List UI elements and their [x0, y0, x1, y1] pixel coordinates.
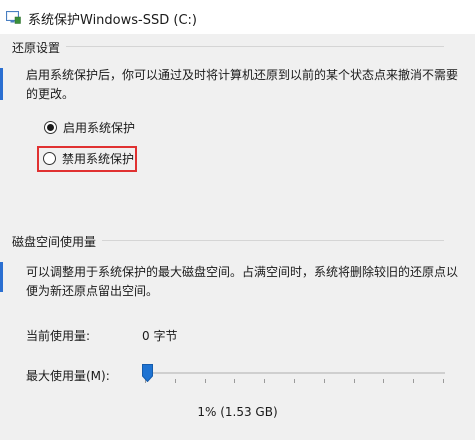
- annotation-highlight-box: [37, 146, 137, 172]
- slider-tick: [205, 379, 206, 383]
- disk-usage-description-line-2: 便为新还原点留出空间。: [26, 284, 159, 298]
- selection-edge-marker: [0, 262, 3, 292]
- radio-button-icon: [44, 120, 57, 134]
- disk-usage-heading: 磁盘空间使用量: [12, 233, 103, 250]
- current-usage-label: 当前使用量:: [26, 329, 91, 343]
- max-usage-value: 1% (1.53 GB): [197, 405, 278, 419]
- slider-tick: [294, 379, 295, 383]
- restore-description-line-2: 的更改。: [26, 87, 75, 101]
- disk-usage-description-line-1: 可以调整用于系统保护的最大磁盘空间。占满空间时，系统将删除较旧的还原点以: [26, 265, 459, 279]
- slider-tick: [443, 379, 444, 383]
- disk-usage-description: 可以调整用于系统保护的最大磁盘空间。占满空间时，系统将删除较旧的还原点以 便为新…: [26, 263, 458, 301]
- group-divider: [12, 46, 444, 47]
- restore-description-line-1: 启用系统保护后，你可以通过及时将计算机还原到以前的某个状态点来撤消不需要: [26, 68, 459, 82]
- current-usage-value: 0 字节: [142, 329, 178, 343]
- slider-tick: [324, 379, 325, 383]
- title-bar: 系统保护Windows-SSD (C:): [0, 0, 475, 34]
- max-usage-label: 最大使用量(M):: [26, 369, 110, 383]
- restore-settings-heading: 还原设置: [12, 39, 67, 56]
- slider-tick: [264, 379, 265, 383]
- selection-edge-marker: [0, 68, 3, 100]
- slider-tick: [234, 379, 235, 383]
- window-title: 系统保护Windows-SSD (C:): [28, 13, 197, 28]
- enable-protection-label: 启用系统保护: [63, 120, 136, 135]
- shield-settings-icon: [6, 11, 21, 24]
- max-usage-slider-track[interactable]: [143, 372, 445, 374]
- slider-tick: [383, 379, 384, 383]
- slider-tick: [413, 379, 414, 383]
- max-usage-slider-thumb[interactable]: [142, 364, 153, 382]
- restore-description: 启用系统保护后，你可以通过及时将计算机还原到以前的某个状态点来撤消不需要 的更改…: [26, 66, 458, 104]
- slider-tick: [354, 379, 355, 383]
- enable-protection-radio[interactable]: 启用系统保护: [44, 118, 135, 136]
- slider-tick: [175, 379, 176, 383]
